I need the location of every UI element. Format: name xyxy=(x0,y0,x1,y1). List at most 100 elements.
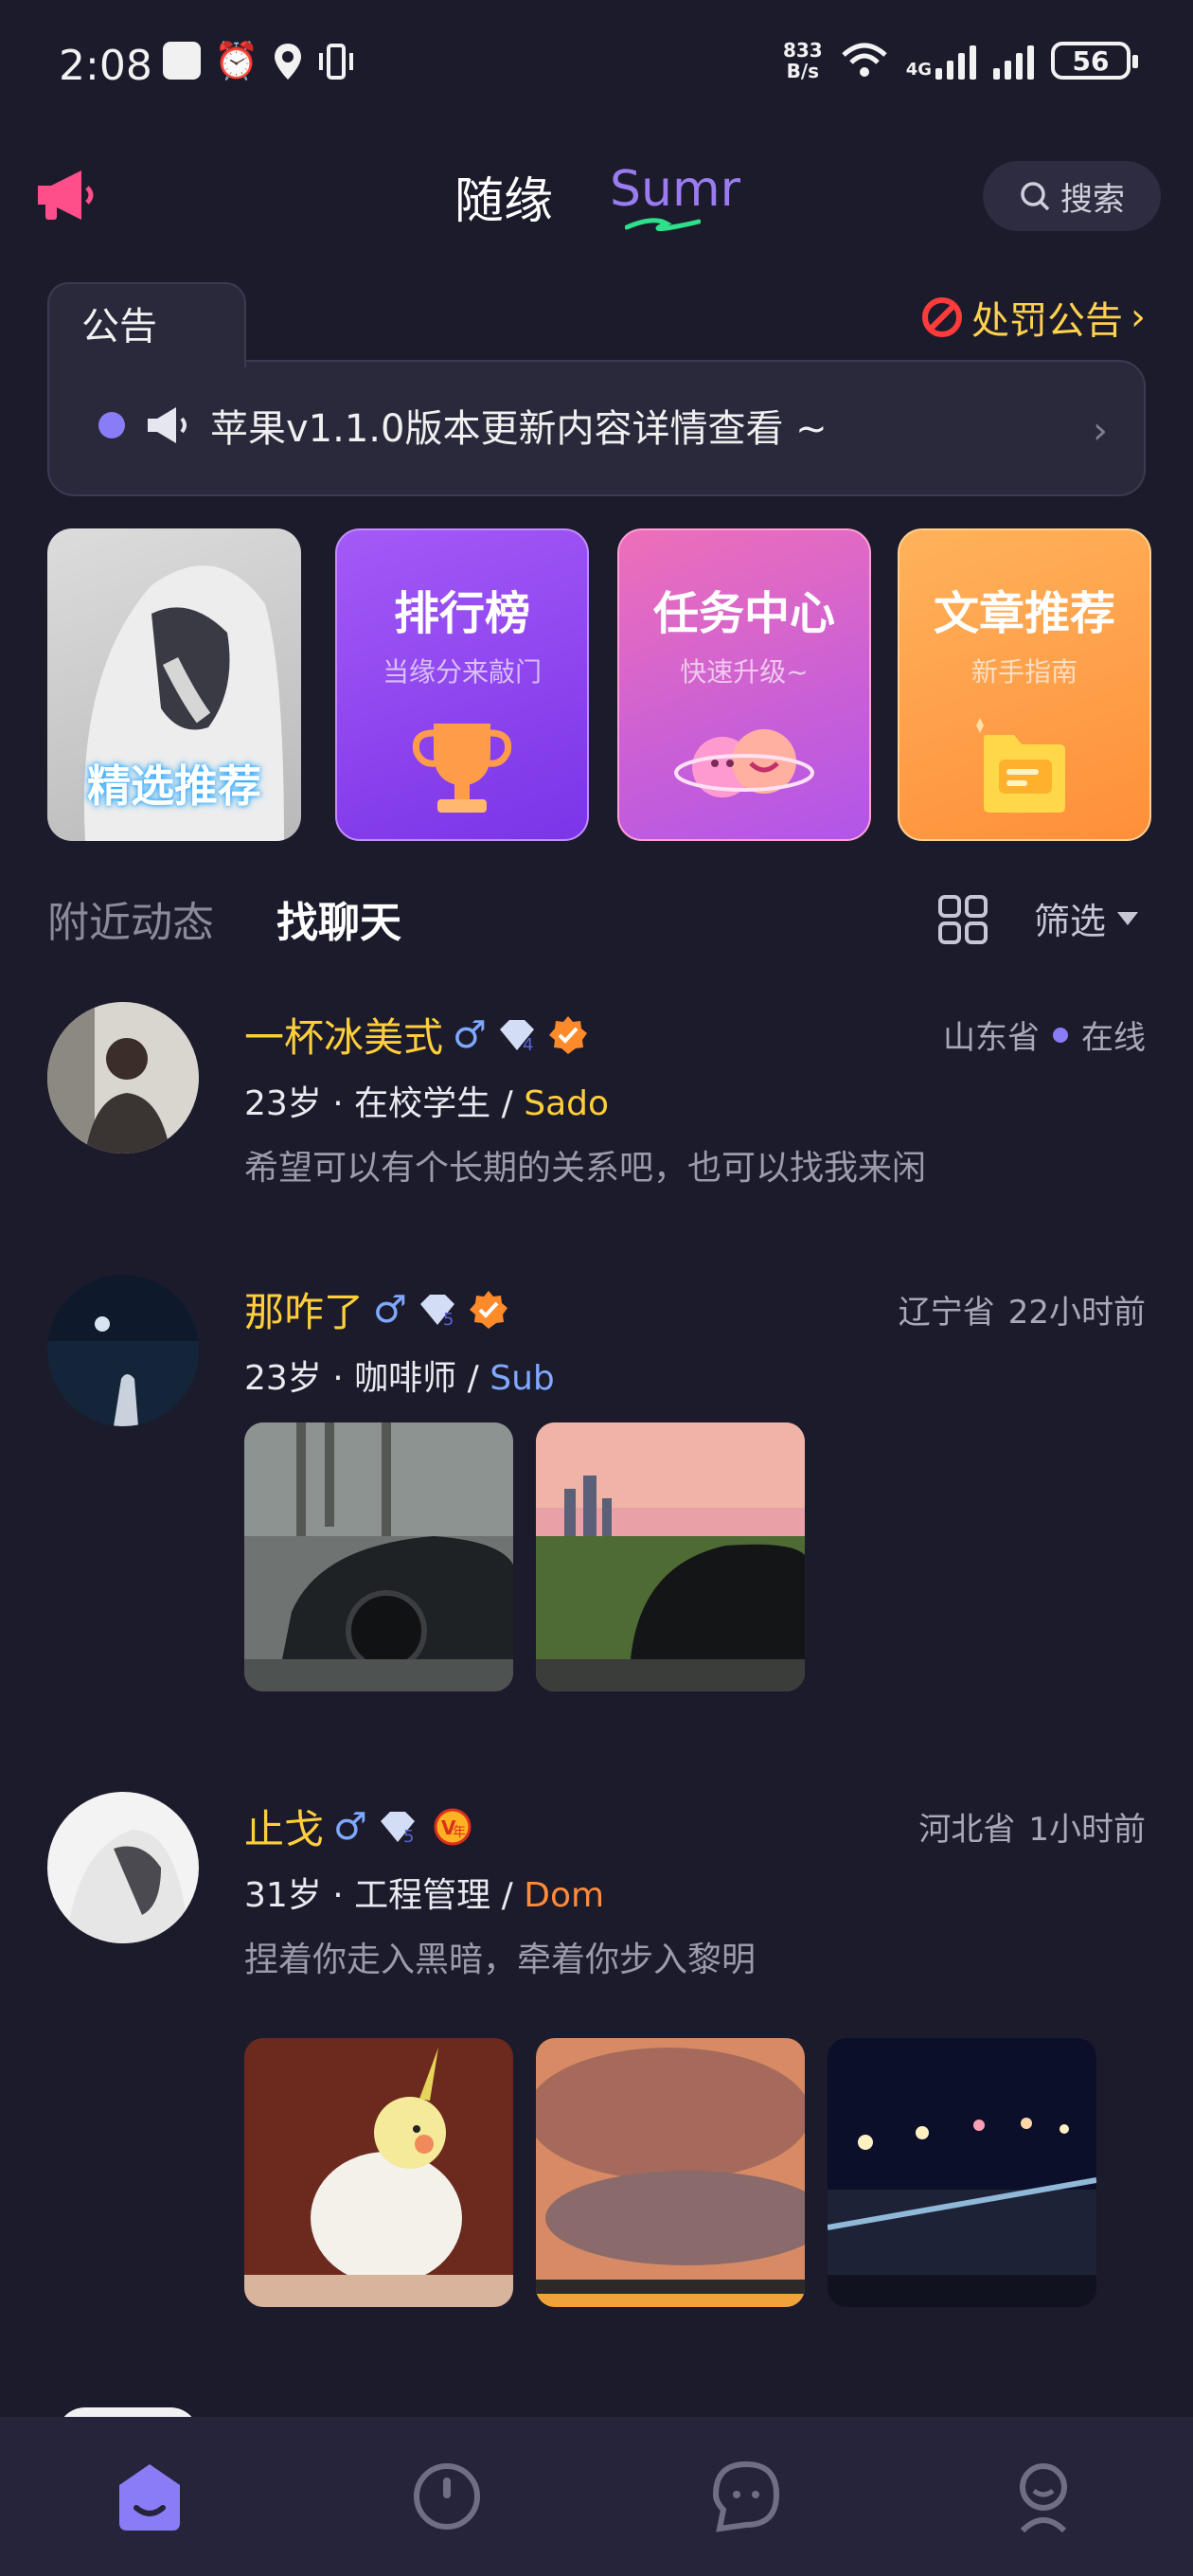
nav-messages-icon[interactable] xyxy=(706,2457,786,2536)
user-avatar[interactable] xyxy=(47,1275,199,1426)
level-badge-icon: 4 xyxy=(499,1019,534,1054)
avatar-photo xyxy=(47,1792,199,1943)
user-avatar[interactable] xyxy=(47,1792,199,1943)
net-speed-unit: B/s xyxy=(786,60,820,82)
male-icon: ♂ xyxy=(453,1012,487,1057)
post-photo[interactable] xyxy=(828,2038,1096,2307)
search-label: 搜索 xyxy=(1060,180,1125,219)
trophy-icon xyxy=(412,724,512,813)
user-age: 23岁 xyxy=(244,1084,322,1123)
folder-document-icon xyxy=(976,718,1065,813)
post-photo[interactable] xyxy=(244,1422,513,1691)
battery-level: 56 xyxy=(1072,45,1110,77)
car-photo xyxy=(244,1422,513,1691)
user-name-row: 一杯冰美式 ♂ 4 xyxy=(244,1006,589,1064)
user-meta: 山东省 在线 xyxy=(943,1011,1146,1058)
vip-badge-label: 年 xyxy=(453,1825,466,1840)
app-notification-icon xyxy=(163,42,201,80)
megaphone-icon[interactable] xyxy=(32,161,100,229)
user-avatar[interactable] xyxy=(47,1002,199,1154)
info-slash: / xyxy=(501,1876,513,1915)
user-info: 31岁 · 工程管理 / Dom xyxy=(244,1868,604,1917)
task-center-subtitle: 快速升级~ xyxy=(680,656,809,688)
level-badge-icon: 5 xyxy=(380,1811,415,1846)
notice-chevron-icon: › xyxy=(1093,409,1108,453)
user-name[interactable]: 那咋了 xyxy=(244,1280,364,1338)
male-icon: ♂ xyxy=(333,1804,367,1849)
emoji-planets-icon xyxy=(674,729,814,797)
filter-button[interactable]: 筛选 xyxy=(1034,892,1140,944)
task-center-title: 任务中心 xyxy=(652,587,835,640)
task-center-card[interactable]: 任务中心 快速升级~ xyxy=(617,528,871,841)
net-speed: 833 B/s xyxy=(783,40,823,81)
alarm-icon: ⏰ xyxy=(214,40,259,81)
sunset-sky-photo xyxy=(536,2038,805,2307)
user-meta: 河北省 1小时前 xyxy=(918,1803,1146,1850)
user-bio: 捏着你走入黑暗，牵着你步入黎明 xyxy=(244,1941,757,1979)
notice-message: 苹果v1.1.0版本更新内容详情查看 ~ xyxy=(210,407,828,451)
tab-suiyuan[interactable]: 随缘 xyxy=(454,161,553,232)
tab-nearby-posts[interactable]: 附近动态 xyxy=(47,888,214,949)
night-road-photo xyxy=(828,2038,1096,2307)
ranking-title: 排行榜 xyxy=(393,587,530,640)
grid-view-icon[interactable] xyxy=(937,894,988,945)
level-number: 5 xyxy=(443,1310,454,1329)
net-speed-value: 833 xyxy=(782,39,823,62)
user-info: 23岁 · 咖啡师 / Sub xyxy=(244,1351,555,1400)
online-dot xyxy=(1053,1027,1068,1043)
location-icon xyxy=(275,44,302,80)
user-role: Sado xyxy=(524,1084,610,1123)
article-recommend-card[interactable]: 文章推荐 新手指南 xyxy=(898,528,1151,841)
post-photo[interactable] xyxy=(244,2038,513,2307)
network-label: 4G xyxy=(905,60,932,80)
notice-tab-label: 公告 xyxy=(81,305,157,349)
penalty-arrow-icon: › xyxy=(1131,295,1146,339)
info-separator: · xyxy=(332,1359,344,1398)
info-slash: / xyxy=(501,1084,513,1123)
post-photo[interactable] xyxy=(536,2038,805,2307)
user-age: 23岁 xyxy=(244,1359,322,1398)
notice-message-row[interactable]: 苹果v1.1.0版本更新内容详情查看 ~ xyxy=(98,398,828,453)
info-separator: · xyxy=(332,1084,344,1123)
user-name[interactable]: 止戈 xyxy=(244,1798,324,1855)
male-icon: ♂ xyxy=(373,1287,407,1332)
notice-dot xyxy=(98,412,125,438)
search-button[interactable]: 搜索 xyxy=(983,161,1161,231)
tab-find-chat[interactable]: 找聊天 xyxy=(276,888,401,949)
status-left-icons: ⏰ xyxy=(163,42,355,81)
user-job: 工程管理 xyxy=(354,1876,491,1915)
level-number: 4 xyxy=(523,1035,533,1054)
wifi-icon xyxy=(842,43,887,77)
user-age: 31岁 xyxy=(244,1876,322,1915)
user-job: 在校学生 xyxy=(354,1084,491,1123)
user-status: 在线 xyxy=(1081,1019,1146,1057)
filter-caret-icon xyxy=(1117,911,1139,925)
battery-icon: 56 xyxy=(1051,42,1138,80)
user-bio: 希望可以有个长期的关系吧，也可以找我来闲 xyxy=(244,1149,927,1188)
nav-discover-icon[interactable] xyxy=(407,2457,487,2536)
featured-recommend-card[interactable]: 精选推荐 xyxy=(47,528,301,841)
avatar-photo xyxy=(47,1002,199,1154)
user-meta: 辽宁省 22小时前 xyxy=(899,1286,1146,1333)
penalty-notice-link[interactable]: 处罚公告 › xyxy=(920,290,1146,345)
user-name[interactable]: 一杯冰美式 xyxy=(244,1006,443,1064)
penalty-notice-label: 处罚公告 xyxy=(971,299,1123,343)
active-tab-indicator xyxy=(625,218,701,231)
user-name-row: 那咋了 ♂ 5 xyxy=(244,1280,509,1338)
user-status: 1小时前 xyxy=(1028,1811,1146,1849)
user-role: Dom xyxy=(524,1876,605,1915)
vip-year-badge-icon: V年 xyxy=(434,1808,472,1845)
bird-photo xyxy=(244,2038,513,2307)
user-location: 辽宁省 xyxy=(898,1294,995,1332)
info-slash: / xyxy=(467,1359,479,1398)
nav-home-icon[interactable] xyxy=(110,2457,189,2536)
user-status: 22小时前 xyxy=(1007,1294,1146,1332)
user-name-row: 止戈 ♂ 5 V年 xyxy=(244,1798,477,1855)
nav-profile-icon[interactable] xyxy=(1004,2457,1083,2536)
ranking-card[interactable]: 排行榜 当缘分来敲门 xyxy=(335,528,589,841)
cellular-signal-icon xyxy=(993,42,1034,80)
user-location: 山东省 xyxy=(943,1019,1040,1057)
post-photo[interactable] xyxy=(536,1422,805,1691)
status-time: 2:08 xyxy=(59,42,152,90)
tab-sumr[interactable]: Sumr xyxy=(610,161,740,218)
